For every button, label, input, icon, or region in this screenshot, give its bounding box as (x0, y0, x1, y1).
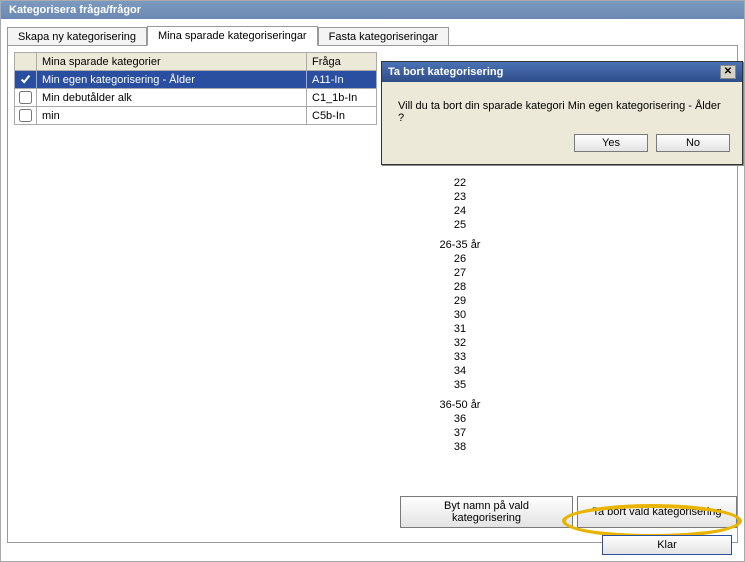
age-value: 28 (400, 280, 520, 294)
dialog-no-button[interactable]: No (656, 134, 730, 152)
table-row[interactable]: minC5b-In (15, 107, 377, 125)
row-checkbox[interactable] (19, 73, 32, 86)
action-buttons-row: Byt namn på vald kategorisering Ta bort … (400, 496, 737, 528)
row-question-cell[interactable]: C1_1b-In (307, 89, 377, 107)
age-value: 23 (400, 190, 520, 204)
row-question-cell[interactable]: A11-In (307, 71, 377, 89)
age-value: 33 (400, 350, 520, 364)
dialog-body-text: Vill du ta bort din sparade kategori Min… (382, 82, 742, 134)
age-value: 27 (400, 266, 520, 280)
row-name-cell[interactable]: Min egen kategorisering - Ålder (37, 71, 307, 89)
row-name-cell[interactable]: min (37, 107, 307, 125)
age-value: 22 (400, 176, 520, 190)
grid-header-check (15, 53, 37, 71)
rename-category-button[interactable]: Byt namn på vald kategorisering (400, 496, 573, 528)
table-row[interactable]: Min debutålder alkC1_1b-In (15, 89, 377, 107)
age-group: 22232425 (400, 176, 520, 232)
age-values-list: 22232425 26-35 år26272829303132333435 36-5… (400, 176, 520, 460)
row-checkbox-cell (15, 107, 37, 125)
age-value: 36 (400, 412, 520, 426)
age-value: 24 (400, 204, 520, 218)
age-group-label: 36-50 år (400, 398, 520, 412)
row-question-cell[interactable]: C5b-In (307, 107, 377, 125)
window-title: Kategorisera fråga/frågor (9, 4, 141, 16)
row-checkbox[interactable] (19, 109, 32, 122)
done-button[interactable]: Klar (602, 535, 732, 555)
tab-row: Skapa ny kategorisering Mina sparade kat… (1, 19, 744, 45)
age-value: 26 (400, 252, 520, 266)
age-group: 26-35 år26272829303132333435 (400, 238, 520, 392)
confirm-delete-dialog: Ta bort kategorisering ✕ Vill du ta bort… (381, 61, 743, 165)
age-group-label: 26-35 år (400, 238, 520, 252)
row-checkbox-cell (15, 89, 37, 107)
age-value: 37 (400, 426, 520, 440)
age-value: 38 (400, 440, 520, 454)
age-group: 36-50 år363738 (400, 398, 520, 454)
row-checkbox[interactable] (19, 91, 32, 104)
age-value: 30 (400, 308, 520, 322)
dialog-titlebar: Ta bort kategorisering ✕ (382, 62, 742, 82)
age-value: 29 (400, 294, 520, 308)
dialog-title: Ta bort kategorisering (388, 66, 503, 78)
age-value: 34 (400, 364, 520, 378)
grid-header-question[interactable]: Fråga (307, 53, 377, 71)
dialog-close-button[interactable]: ✕ (720, 65, 736, 79)
close-icon: ✕ (724, 66, 732, 77)
dialog-yes-button[interactable]: Yes (574, 134, 648, 152)
row-name-cell[interactable]: Min debutålder alk (37, 89, 307, 107)
age-value: 32 (400, 336, 520, 350)
tab-saved-categorizations[interactable]: Mina sparade kategoriseringar (147, 26, 318, 46)
tab-fixed-categorizations[interactable]: Fasta kategoriseringar (318, 27, 449, 46)
tab-new-categorization[interactable]: Skapa ny kategorisering (7, 27, 147, 46)
window-titlebar: Kategorisera fråga/frågor (1, 1, 744, 19)
table-row[interactable]: Min egen kategorisering - ÅlderA11-In (15, 71, 377, 89)
delete-category-button[interactable]: Ta bort vald kategorisering (577, 496, 737, 528)
dialog-buttons: Yes No (382, 134, 742, 164)
age-value: 35 (400, 378, 520, 392)
row-checkbox-cell (15, 71, 37, 89)
age-value: 31 (400, 322, 520, 336)
saved-categories-grid: Mina sparade kategorier Fråga Min egen k… (14, 52, 377, 125)
age-value: 25 (400, 218, 520, 232)
grid-header-name[interactable]: Mina sparade kategorier (37, 53, 307, 71)
